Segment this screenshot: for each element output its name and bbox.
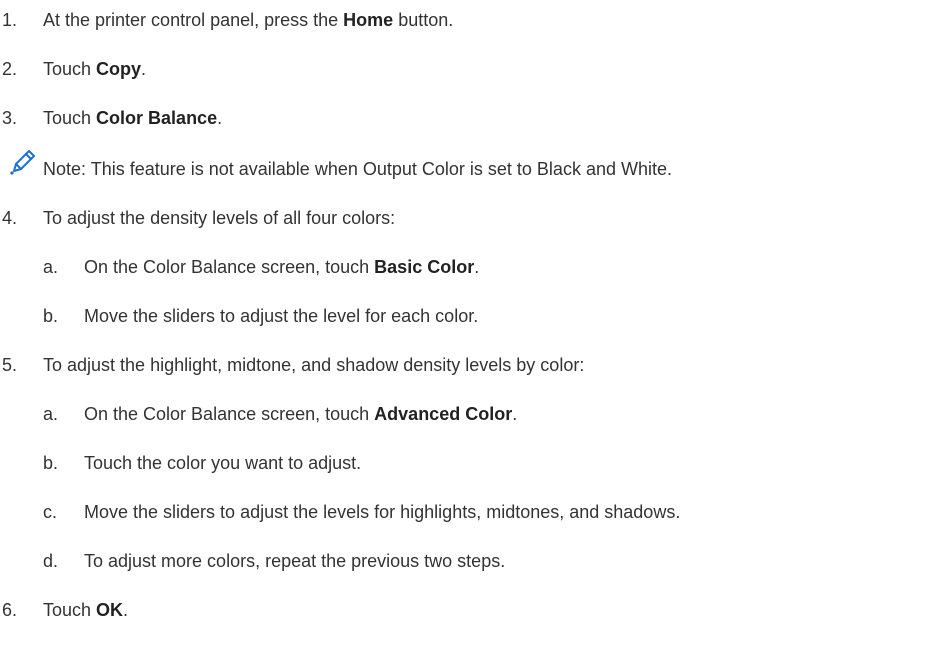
substep-text: To adjust more colors, repeat the previo… xyxy=(84,551,506,571)
pencil-icon xyxy=(10,150,35,175)
substep-letter: d. xyxy=(43,551,59,571)
step-number: 1. xyxy=(2,10,18,30)
substep-text: Touch the color you want to adjust. xyxy=(84,453,362,473)
step-text: To adjust the density levels of all four… xyxy=(43,208,396,228)
substep-text: On the Color Balance screen, touch Basic… xyxy=(84,257,480,277)
step-number: 5. xyxy=(2,355,18,375)
ui-term-basic-color: Basic Color xyxy=(374,257,475,277)
step-text: At the printer control panel, press the … xyxy=(43,10,454,30)
ui-term-ok: OK xyxy=(96,600,124,620)
substep-text: Move the sliders to adjust the levels fo… xyxy=(84,502,681,522)
substep-letter: c. xyxy=(43,502,58,522)
substep-letter: a. xyxy=(43,404,59,424)
substep-letter: b. xyxy=(43,453,59,473)
note-text: Note: This feature is not available when… xyxy=(43,159,672,179)
substep-text: On the Color Balance screen, touch Advan… xyxy=(84,404,518,424)
step-text: Touch Color Balance. xyxy=(43,108,223,128)
step-number: 4. xyxy=(2,208,18,228)
step-number: 2. xyxy=(2,59,18,79)
substep-letter: a. xyxy=(43,257,59,277)
ui-term-color-balance: Color Balance xyxy=(96,108,218,128)
step-number: 3. xyxy=(2,108,18,128)
substep-letter: b. xyxy=(43,306,59,326)
ui-term-home: Home xyxy=(343,10,394,30)
step-number: 6. xyxy=(2,600,18,620)
step-text: To adjust the highlight, midtone, and sh… xyxy=(43,355,585,375)
ui-term-advanced-color: Advanced Color xyxy=(374,404,513,424)
step-text: Touch Copy. xyxy=(43,59,147,79)
substep-text: Move the sliders to adjust the level for… xyxy=(84,306,479,326)
step-text: Touch OK. xyxy=(43,600,129,620)
ui-term-copy: Copy xyxy=(96,59,142,79)
